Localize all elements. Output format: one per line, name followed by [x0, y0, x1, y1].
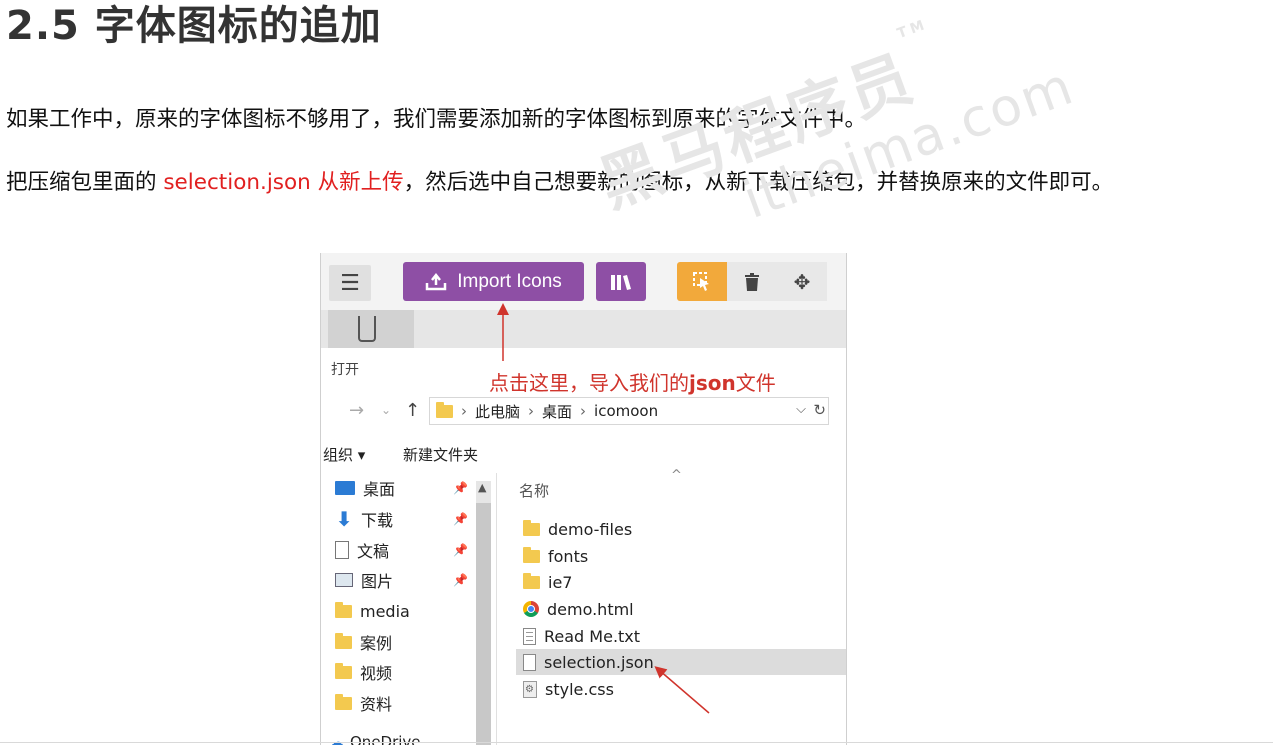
file-name: Read Me.txt [544, 626, 641, 646]
nav-item-onedrive[interactable]: ☁ OneDrive [329, 733, 421, 745]
phone-icon [358, 316, 376, 342]
annotation-text: 点击这里，导入我们的json文件 [489, 367, 776, 396]
file-name: demo.html [547, 599, 634, 619]
watermark-tm: TM [895, 16, 931, 43]
organize-menu[interactable]: 组织 ▾ [323, 444, 365, 465]
text-file-icon [523, 627, 536, 645]
breadcrumb-item[interactable]: 此电脑 [475, 401, 520, 422]
address-row: → ⌄ ↑ › 此电脑 › 桌面 › icomoon ⌵ ↻ [321, 393, 846, 427]
up-arrow-icon[interactable]: ↑ [405, 400, 420, 421]
file-row[interactable]: Read Me.txt [516, 623, 846, 649]
chevron-right-icon: › [528, 402, 535, 420]
paragraph-text-before: 把压缩包里面的 [6, 170, 157, 195]
nav-item-materials[interactable]: 资料 [335, 690, 392, 716]
pane-divider [496, 473, 497, 745]
column-header-name[interactable]: 名称 [519, 480, 549, 501]
breadcrumb-item[interactable]: 桌面 [542, 401, 572, 422]
hamburger-icon[interactable]: ☰ [329, 265, 371, 301]
file-icon [523, 653, 536, 671]
icomoon-toolbar: ☰ Import Icons ✥ [321, 253, 846, 310]
nav-item-label: media [360, 601, 410, 621]
nav-item-label: 案例 [360, 634, 393, 653]
file-row[interactable]: fonts [516, 543, 846, 569]
folder-icon [523, 572, 540, 589]
desktop-icon [335, 481, 355, 495]
nav-item-label: 桌面 [363, 480, 396, 499]
folder-icon [523, 519, 540, 536]
chevron-right-icon: › [461, 402, 467, 420]
file-name: style.css [545, 679, 614, 699]
library-icon[interactable] [596, 262, 646, 301]
embedded-screenshot: ☰ Import Icons ✥ 打开 点击这里，导入我们的json文件 → ⌄… [320, 253, 847, 745]
file-name: ie7 [548, 572, 573, 592]
chrome-icon [523, 601, 539, 617]
folder-icon [335, 601, 352, 618]
pin-icon[interactable]: 📌 [453, 573, 468, 587]
move-icon[interactable]: ✥ [777, 262, 827, 301]
folder-icon [523, 546, 540, 563]
file-name: fonts [548, 546, 589, 566]
nav-item-desktop[interactable]: 桌面 📌 [335, 475, 468, 501]
new-folder-button[interactable]: 新建文件夹 [403, 444, 478, 465]
nav-item-videos[interactable]: 视频 [335, 659, 392, 685]
page-divider [0, 742, 1273, 743]
nav-item-label: OneDrive [350, 733, 421, 745]
breadcrumb-item[interactable]: icomoon [594, 402, 658, 420]
tool-group: ✥ [677, 262, 846, 301]
file-row[interactable]: demo.html [516, 596, 846, 622]
sort-ascending-icon: ^ [671, 468, 682, 483]
css-file-icon [523, 680, 537, 698]
pin-icon[interactable]: 📌 [453, 543, 468, 557]
nav-scrollbar[interactable]: ▲ [476, 481, 491, 745]
annotation-bold: json [689, 371, 736, 395]
history-dropdown-icon[interactable]: ⌄ [381, 403, 391, 417]
nav-item-label: 视频 [360, 664, 393, 683]
nav-item-pictures[interactable]: 图片 📌 [335, 567, 468, 593]
command-bar: 组织 ▾ 新建文件夹 [321, 438, 846, 470]
nav-item-label: 资料 [360, 695, 393, 714]
nav-item-documents[interactable]: 文稿 📌 [335, 537, 468, 563]
pin-icon[interactable]: 📌 [453, 512, 468, 526]
dialog-title: 打开 [331, 362, 359, 378]
nav-item-label: 文稿 [357, 542, 390, 561]
annotation-tail: 文件 [735, 371, 776, 395]
scroll-up-icon[interactable]: ▲ [478, 481, 486, 494]
file-row[interactable]: demo-files [516, 516, 846, 542]
refresh-icon[interactable]: ↻ [813, 401, 826, 419]
download-icon: ⬇ [335, 507, 353, 531]
file-row-selected[interactable]: selection.json [516, 649, 846, 675]
icon-strip [321, 310, 846, 348]
chevron-right-icon: › [580, 402, 587, 420]
file-row[interactable]: ie7 [516, 569, 846, 595]
file-name: demo-files [548, 519, 633, 539]
nav-item-cases[interactable]: 案例 [335, 629, 392, 655]
file-row[interactable]: style.css [516, 676, 846, 702]
picture-icon [335, 573, 353, 587]
nav-item-label: 图片 [361, 572, 394, 591]
folder-icon [335, 632, 352, 649]
folder-icon [335, 693, 352, 710]
import-icons-button[interactable]: Import Icons [403, 262, 584, 301]
upload-icon [425, 272, 447, 290]
back-arrow-icon[interactable]: → [349, 400, 364, 421]
select-icon[interactable] [677, 262, 727, 301]
import-icons-label: Import Icons [457, 270, 562, 292]
highlight-text: selection.json 从新上传 [163, 170, 404, 195]
scroll-thumb[interactable] [476, 503, 491, 745]
document-icon [335, 541, 349, 559]
icon-card[interactable] [328, 310, 414, 348]
folder-icon [335, 662, 352, 679]
cloud-icon: ☁ [329, 733, 344, 745]
folder-icon [436, 401, 453, 418]
chevron-down-icon[interactable]: ⌵ [796, 402, 806, 417]
section-heading: 2.5 字体图标的追加 [6, 3, 382, 49]
nav-item-label: 下载 [361, 511, 394, 530]
annotation-main: 点击这里，导入我们的 [489, 371, 689, 395]
pin-icon[interactable]: 📌 [453, 481, 468, 495]
trash-icon[interactable] [727, 262, 777, 301]
address-bar[interactable]: › 此电脑 › 桌面 › icomoon ⌵ ↻ [429, 397, 829, 425]
nav-item-media[interactable]: media [335, 598, 410, 624]
nav-item-downloads[interactable]: ⬇ 下载 📌 [335, 506, 468, 532]
file-name: selection.json [544, 652, 654, 672]
